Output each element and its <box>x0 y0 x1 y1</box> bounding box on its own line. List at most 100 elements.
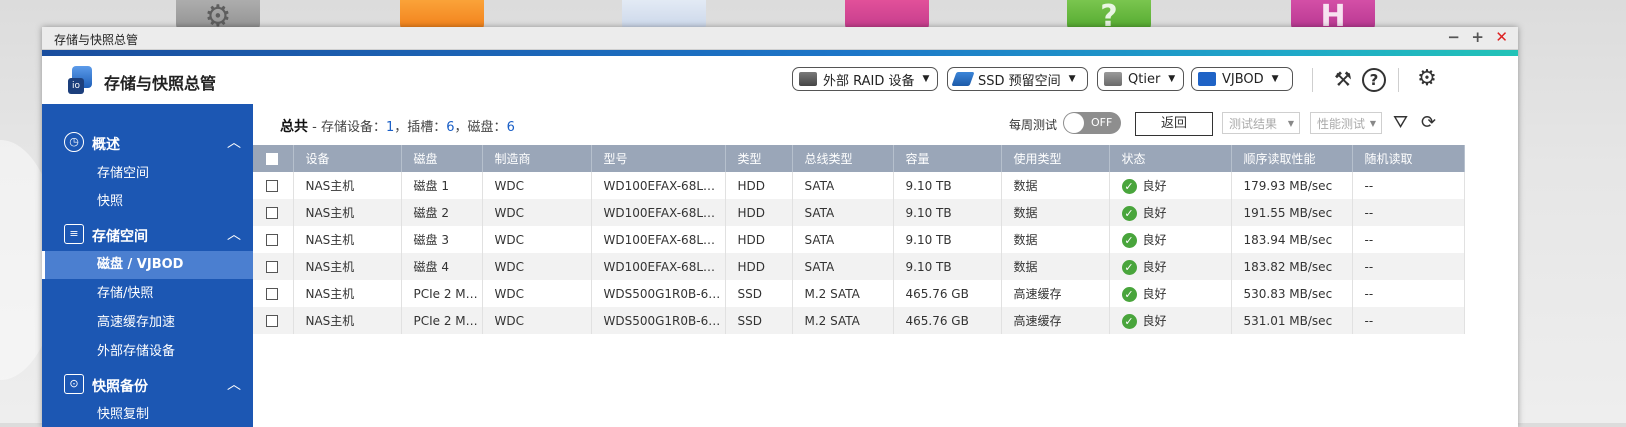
table-cell: WDC <box>482 280 592 307</box>
test-result-dropdown[interactable]: 测试结果 ▼ <box>1222 112 1300 134</box>
row-checkbox[interactable] <box>253 199 294 226</box>
cell-value: WD100EFAX-68LHP… <box>603 205 725 220</box>
row-checkbox[interactable] <box>253 253 294 280</box>
table-cell: -- <box>1352 226 1465 253</box>
refresh-icon[interactable]: ⟳ <box>1421 112 1436 133</box>
table-cell: 465.76 GB <box>893 307 1002 334</box>
table-row[interactable]: NAS主机 磁盘 1 WDC WD100EFAX-68LHP… HDD SATA 9.10 … <box>253 172 1465 199</box>
toggle-state: OFF <box>1091 116 1113 129</box>
table-cell: 9.10 TB <box>893 253 1002 280</box>
column-header[interactable]: 制造商 <box>482 145 592 172</box>
table-cell: -- <box>1352 253 1465 280</box>
table-row[interactable]: NAS主机 PCIe 2 M.2 SS WDC WDS500G1R0B-68A… SSD… <box>253 307 1465 334</box>
column-header[interactable]: 磁盘 <box>401 145 483 172</box>
status-text: 良好 <box>1142 206 1167 220</box>
row-checkbox[interactable] <box>253 280 294 307</box>
cell-value: -- <box>1364 259 1374 274</box>
sidebar-item-storage-space[interactable]: 存储空间 <box>42 160 253 188</box>
table-cell: WDC <box>482 226 592 253</box>
column-header[interactable]: 状态 <box>1109 145 1232 172</box>
table-cell: NAS主机 <box>293 172 402 199</box>
cell-value: -- <box>1364 232 1374 247</box>
sidebar-item-storage-snapshot[interactable]: 存储/快照 <box>42 280 253 308</box>
table-cell: 磁盘 1 <box>401 172 483 199</box>
table-cell: -- <box>1352 280 1465 307</box>
column-header[interactable]: 型号 <box>591 145 726 172</box>
cell-value: HDD <box>737 178 766 193</box>
chevron-down-icon: ▼ <box>1271 74 1279 84</box>
weekly-test-toggle[interactable]: OFF <box>1063 112 1121 134</box>
window-titlebar[interactable]: 存储与快照总管 − + ✕ <box>42 27 1518 50</box>
qtier-button[interactable]: Qtier ▼ <box>1097 67 1184 91</box>
table-row[interactable]: NAS主机 磁盘 3 WDC WD100EFAX-68LHP… HDD SATA 9.10 … <box>253 226 1465 253</box>
table-cell: 179.93 MB/sec <box>1231 172 1353 199</box>
back-button[interactable]: 返回 <box>1135 112 1213 136</box>
header-divider <box>1312 68 1313 92</box>
table-cell: WD100EFAX-68LHP… <box>591 253 726 280</box>
minimize-button[interactable]: − <box>1447 28 1460 46</box>
table-cell: 183.94 MB/sec <box>1231 226 1353 253</box>
row-checkbox[interactable] <box>253 307 294 334</box>
filter-icon[interactable]: ⛛ <box>1393 112 1408 133</box>
table-cell: WDC <box>482 199 592 226</box>
table-cell: 9.10 TB <box>893 199 1002 226</box>
sidebar-section-label: 快照备份 <box>92 379 148 395</box>
summary-text: ，磁盘： <box>454 120 507 135</box>
sidebar-section-overview[interactable]: ◷ 概述 ︿ <box>42 126 253 158</box>
table-cell: HDD <box>725 199 793 226</box>
cell-value: -- <box>1364 205 1374 220</box>
tools-icon[interactable]: ⚒ <box>1330 66 1356 92</box>
sidebar-item-external-storage[interactable]: 外部存储设备 <box>42 338 253 366</box>
performance-test-dropdown[interactable]: 性能测试 ▼ <box>1310 112 1382 134</box>
maximize-button[interactable]: + <box>1471 28 1484 46</box>
sidebar-item-disks-vjbod[interactable]: 磁盘 / VJBOD <box>42 251 253 279</box>
sidebar-item-snapshot-replica[interactable]: 快照复制 <box>42 401 253 427</box>
table-cell: -- <box>1352 172 1465 199</box>
chevron-up-icon: ︿ <box>227 377 241 393</box>
select-all-checkbox[interactable] <box>253 145 294 172</box>
table-row[interactable]: NAS主机 磁盘 4 WDC WD100EFAX-68LHP… HDD SATA 9.10 … <box>253 253 1465 280</box>
status-ok-icon: ✓ <box>1121 233 1137 248</box>
cell-value: WD100EFAX-68LHP… <box>603 178 725 193</box>
cell-value: SSD <box>737 313 762 328</box>
row-checkbox[interactable] <box>253 226 294 253</box>
cell-value: 高速缓存 <box>1013 287 1062 301</box>
table-cell: WD100EFAX-68LHP… <box>591 226 726 253</box>
chevron-up-icon: ︿ <box>227 135 241 151</box>
column-header[interactable]: 顺序读取性能 <box>1231 145 1353 172</box>
external-raid-button[interactable]: 外部 RAID 设备 ▼ <box>792 67 938 91</box>
chevron-down-icon: ▼ <box>1369 119 1376 128</box>
cell-value: HDD <box>737 232 766 247</box>
column-header[interactable]: 随机读取 <box>1352 145 1465 172</box>
column-header[interactable]: 设备 <box>293 145 402 172</box>
column-header[interactable]: 使用类型 <box>1001 145 1110 172</box>
cell-value: -- <box>1364 313 1374 328</box>
device-count: 1 <box>385 120 395 135</box>
sidebar-section-snapshot-backup[interactable]: ⊙ 快照备份 ︿ <box>42 368 253 400</box>
status-text: 良好 <box>1142 287 1167 301</box>
close-button[interactable]: ✕ <box>1495 28 1508 46</box>
sidebar-item-cache-acceleration[interactable]: 高速缓存加速 <box>42 309 253 337</box>
table-row[interactable]: NAS主机 PCIe 2 M.2 SS WDC WDS500G1R0B-68A… SSD… <box>253 280 1465 307</box>
storage-app-logo-icon: io <box>68 64 96 94</box>
table-cell: WD100EFAX-68LHP… <box>591 172 726 199</box>
ssd-overprovisioning-button[interactable]: SSD 预留空间 ▼ <box>947 67 1088 91</box>
column-header[interactable]: 总线类型 <box>792 145 894 172</box>
cell-value: WDC <box>494 286 524 301</box>
cell-value: 530.83 MB/sec <box>1243 286 1333 301</box>
row-checkbox[interactable] <box>253 172 294 199</box>
gear-icon[interactable]: ⚙ <box>1414 66 1440 92</box>
sidebar-item-snapshot[interactable]: 快照 <box>42 188 253 216</box>
table-cell: 数据 <box>1001 253 1110 280</box>
cell-value: SATA <box>804 232 835 247</box>
vjbod-button[interactable]: VJBOD ▼ <box>1191 67 1293 91</box>
cell-value: HDD <box>737 259 766 274</box>
cell-value: 数据 <box>1013 179 1038 193</box>
table-cell: SATA <box>792 172 894 199</box>
column-header[interactable]: 容量 <box>893 145 1002 172</box>
column-header[interactable]: 类型 <box>725 145 793 172</box>
chevron-down-icon: ▼ <box>1168 74 1176 84</box>
sidebar-section-storage[interactable]: ≡ 存储空间 ︿ <box>42 218 253 250</box>
table-row[interactable]: NAS主机 磁盘 2 WDC WD100EFAX-68LHP… HDD SATA 9.10 … <box>253 199 1465 226</box>
help-icon[interactable]: ? <box>1362 68 1386 92</box>
